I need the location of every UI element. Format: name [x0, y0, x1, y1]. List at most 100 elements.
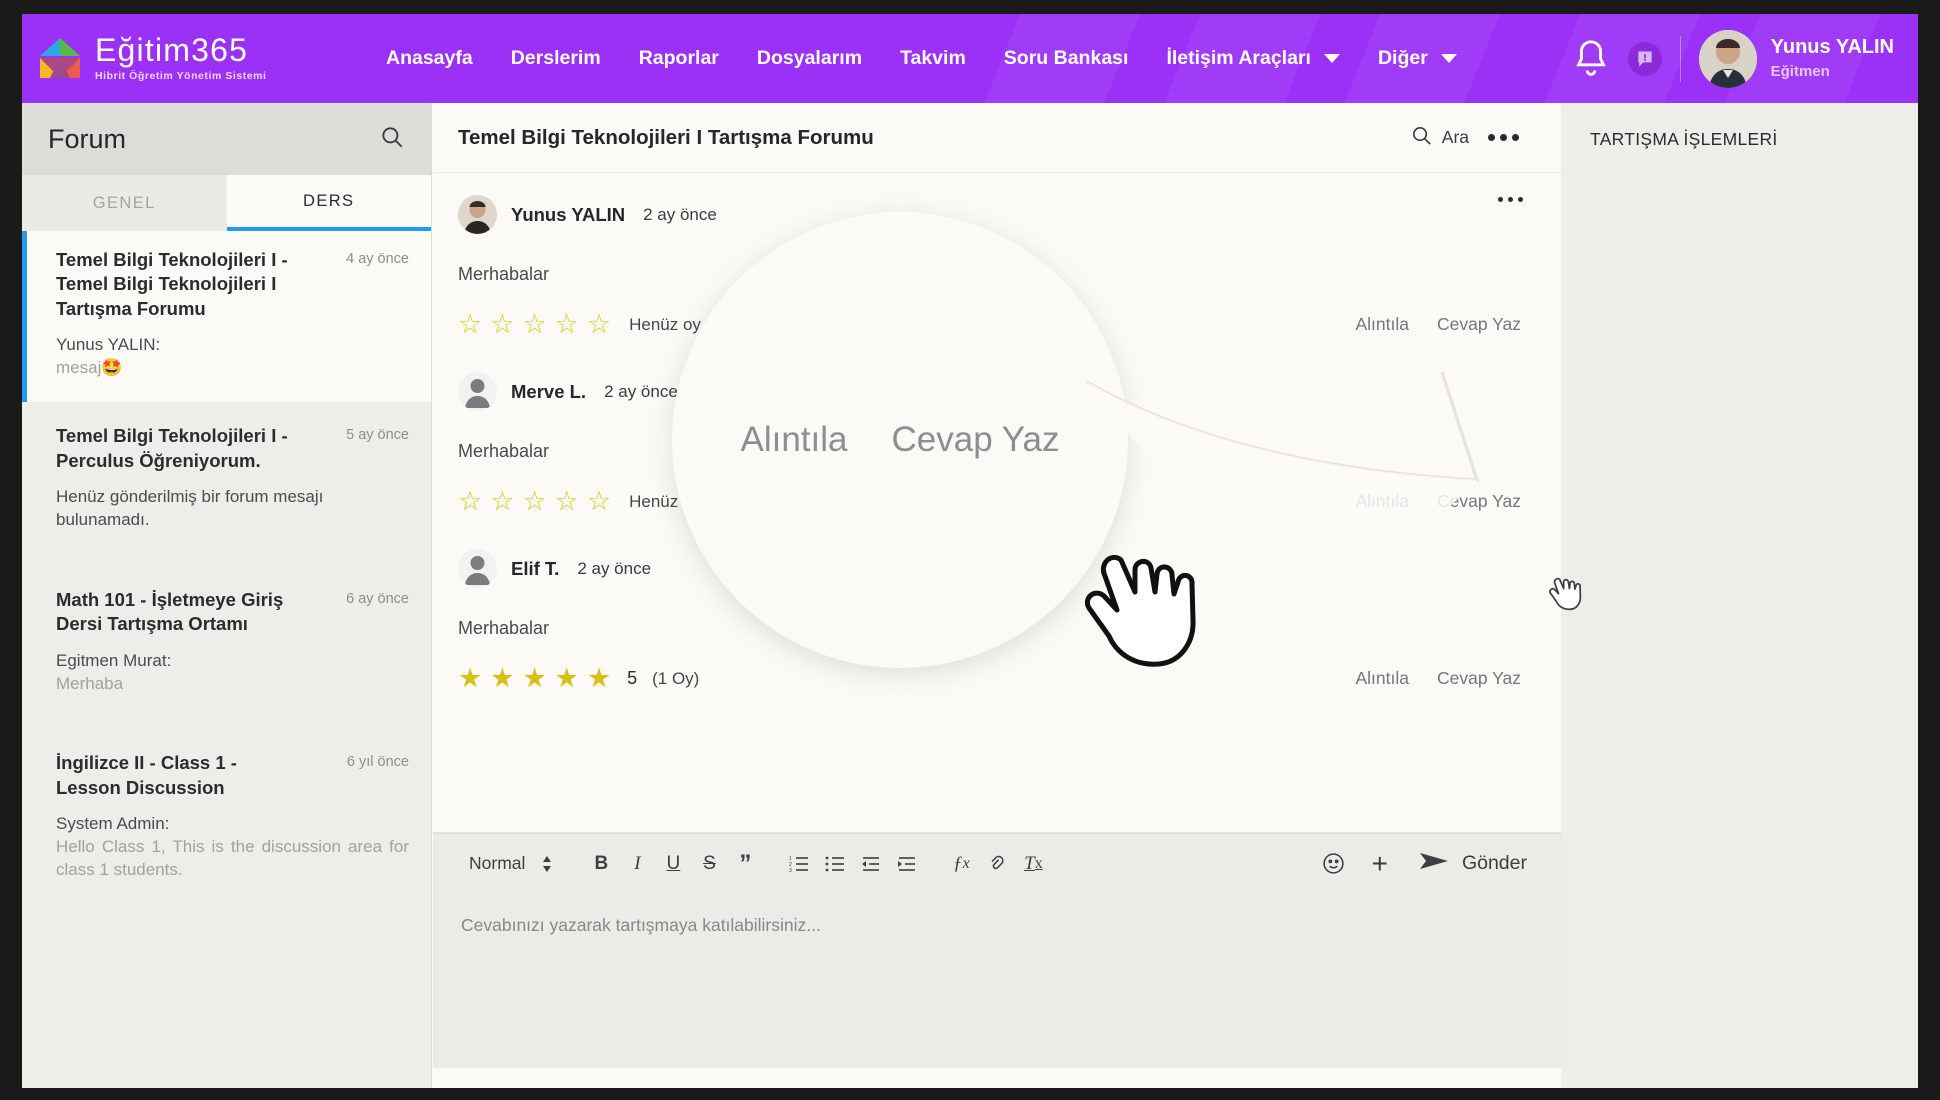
nav-item-anasayfa[interactable]: Anasayfa [367, 47, 492, 70]
page-title: Temel Bilgi Teknolojileri I Tartışma For… [458, 125, 874, 149]
bold-icon[interactable]: B [583, 843, 619, 885]
top-right-actions: Yunus YALIN Eğitmen [1568, 14, 1894, 103]
thread-title: İngilizce II - Class 1 - Lesson Discussi… [56, 752, 237, 798]
ordered-list-icon[interactable]: 1 2 3 [781, 843, 817, 885]
nav-item-diger[interactable]: Diğer [1359, 47, 1476, 70]
tab-genel[interactable]: GENEL [22, 175, 227, 231]
outdent-icon[interactable] [853, 843, 889, 885]
nav-label: Anasayfa [386, 47, 473, 69]
reply-link[interactable]: Cevap Yaz [1437, 668, 1521, 689]
post-time: 2 ay önce [604, 381, 678, 401]
chevron-down-icon [1323, 54, 1340, 63]
main-nav: Anasayfa Derslerim Raporlar Dosyalarım T… [367, 14, 1476, 103]
star-icon[interactable]: ☆ [587, 488, 611, 515]
italic-icon[interactable]: I [619, 843, 655, 885]
reply-input[interactable]: Cevabınızı yazarak tartışmaya katılabili… [433, 893, 1561, 1068]
reply-link[interactable]: Cevap Yaz [1437, 491, 1521, 512]
quote-link[interactable]: Alıntıla [1356, 491, 1410, 512]
avatar[interactable] [1698, 29, 1757, 88]
thread-list-item-3[interactable]: Math 101 - İşletmeye Giriş Dersi Tartışm… [22, 554, 431, 718]
avatar [458, 195, 497, 234]
post-author: Yunus YALIN [511, 203, 626, 225]
nav-item-soru-bankasi[interactable]: Soru Bankası [985, 47, 1148, 70]
star-icon[interactable]: ★ [522, 665, 546, 692]
more-horizontal-icon[interactable] [1486, 128, 1521, 147]
reply-placeholder: Cevabınızı yazarak tartışmaya katılabili… [461, 915, 821, 935]
star-icon[interactable]: ★ [555, 665, 579, 692]
tab-ders[interactable]: DERS [226, 175, 431, 231]
thread-list-item-1[interactable]: Temel Bilgi Teknolojileri I - Temel Bilg… [22, 231, 431, 403]
indent-icon[interactable] [889, 843, 925, 885]
reply-link[interactable]: Cevap Yaz [1437, 314, 1521, 335]
clear-format-icon[interactable]: Tx [1015, 843, 1051, 885]
thread-time: 4 ay önce [346, 251, 409, 267]
post-body: Merhabalar [458, 264, 550, 284]
post-rating[interactable]: ☆ ☆ ☆ ☆ ☆ Henüz oy verilmemiş [458, 488, 787, 515]
formula-icon[interactable]: ƒx [943, 843, 979, 885]
underline-icon[interactable]: U [655, 843, 691, 885]
brand-logo[interactable]: Eğitim365 Hibrit Öğretim Yönetim Sistemi [36, 34, 267, 82]
star-icon[interactable]: ★ [587, 665, 611, 692]
forum-main-panel: Temel Bilgi Teknolojileri I Tartışma For… [433, 103, 1561, 1088]
thread-author: Egitmen Murat: [56, 650, 172, 670]
post-time: 2 ay önce [577, 558, 652, 578]
post-author: Merve L. [511, 380, 587, 402]
nav-label: Diğer [1377, 47, 1428, 69]
post-rating[interactable]: ☆ ☆ ☆ ☆ ☆ Henüz oy verilmemiş [458, 311, 787, 338]
link-attachment-icon[interactable] [979, 843, 1015, 885]
star-icon[interactable]: ☆ [490, 311, 514, 338]
strikethrough-icon[interactable]: S [691, 843, 727, 885]
send-button[interactable]: Gönder [1406, 851, 1527, 876]
nav-item-dosyalarim[interactable]: Dosyalarım [738, 47, 881, 70]
star-icon[interactable]: ★ [458, 665, 482, 692]
quote-link[interactable]: Alıntıla [1356, 668, 1410, 689]
nav-label: Takvim [900, 47, 966, 69]
svg-text:3: 3 [789, 868, 792, 873]
search-label: Ara [1441, 127, 1469, 147]
search-button[interactable]: Ara [1410, 124, 1469, 152]
post-item: Yunus YALIN 2 ay önce Merhabalar ☆ ☆ ☆ ☆… [433, 173, 1561, 348]
nav-item-iletisim-araclari[interactable]: İletişim Araçları [1147, 47, 1359, 70]
discussion-actions-panel: TARTIŞMA İŞLEMLERİ [1561, 103, 1918, 1088]
notification-bell-icon[interactable] [1568, 36, 1614, 82]
star-icon[interactable]: ☆ [458, 488, 482, 515]
star-icon[interactable]: ☆ [458, 311, 482, 338]
thread-list-item-4[interactable]: İngilizce II - Class 1 - Lesson Discussi… [22, 717, 431, 904]
star-icon[interactable]: ☆ [587, 311, 611, 338]
forum-sidebar: Forum GENEL DERS Temel Bilgi Teknolojile… [22, 103, 432, 1088]
alert-exclamation-icon[interactable] [1627, 41, 1662, 76]
brand-title: Eğitim365 [95, 32, 249, 69]
application-window: Eğitim365 Hibrit Öğretim Yönetim Sistemi… [22, 14, 1918, 1088]
star-icon[interactable]: ☆ [555, 488, 579, 515]
star-icon[interactable]: ☆ [555, 311, 579, 338]
nav-label: Raporlar [638, 47, 719, 69]
thread-snippet: Hello Class 1, This is the discussion ar… [56, 837, 409, 880]
star-icon[interactable]: ☆ [522, 311, 546, 338]
nav-label: Derslerim [510, 47, 601, 69]
nav-item-raporlar[interactable]: Raporlar [620, 47, 738, 70]
post-author: Elif T. [511, 557, 560, 579]
star-icon[interactable]: ☆ [522, 488, 546, 515]
thread-time: 5 ay önce [346, 427, 409, 444]
thread-list-item-2[interactable]: Temel Bilgi Teknolojileri I - Perculus Ö… [22, 402, 431, 554]
editor-toolbar: Normal B I U S ” 1 2 3 ƒ x T x + Gönder [433, 833, 1561, 893]
format-select[interactable]: Normal [461, 843, 529, 885]
star-icon[interactable]: ☆ [490, 488, 514, 515]
star-icon[interactable]: ★ [490, 665, 514, 692]
nav-label: İletişim Araçları [1166, 47, 1311, 69]
blockquote-icon[interactable]: ” [727, 843, 763, 885]
emoji-smiley-icon[interactable] [1313, 843, 1354, 885]
nav-item-takvim[interactable]: Takvim [881, 47, 985, 70]
search-icon[interactable] [379, 124, 405, 155]
quote-link[interactable]: Alıntıla [1356, 314, 1410, 335]
nav-item-derslerim[interactable]: Derslerim [492, 47, 620, 70]
post-rating[interactable]: ★ ★ ★ ★ ★ 5 (1 Oy) [458, 665, 699, 692]
post-body: Merhabalar [458, 618, 550, 638]
thread-time: 6 ay önce [346, 590, 409, 607]
format-dropdown-icon[interactable] [529, 843, 565, 885]
bullet-list-icon[interactable] [817, 843, 853, 885]
plus-add-icon[interactable]: + [1354, 843, 1406, 885]
post-more-icon[interactable] [1496, 191, 1525, 208]
user-info[interactable]: Yunus YALIN Eğitmen [1771, 35, 1894, 82]
search-icon [1410, 124, 1433, 152]
